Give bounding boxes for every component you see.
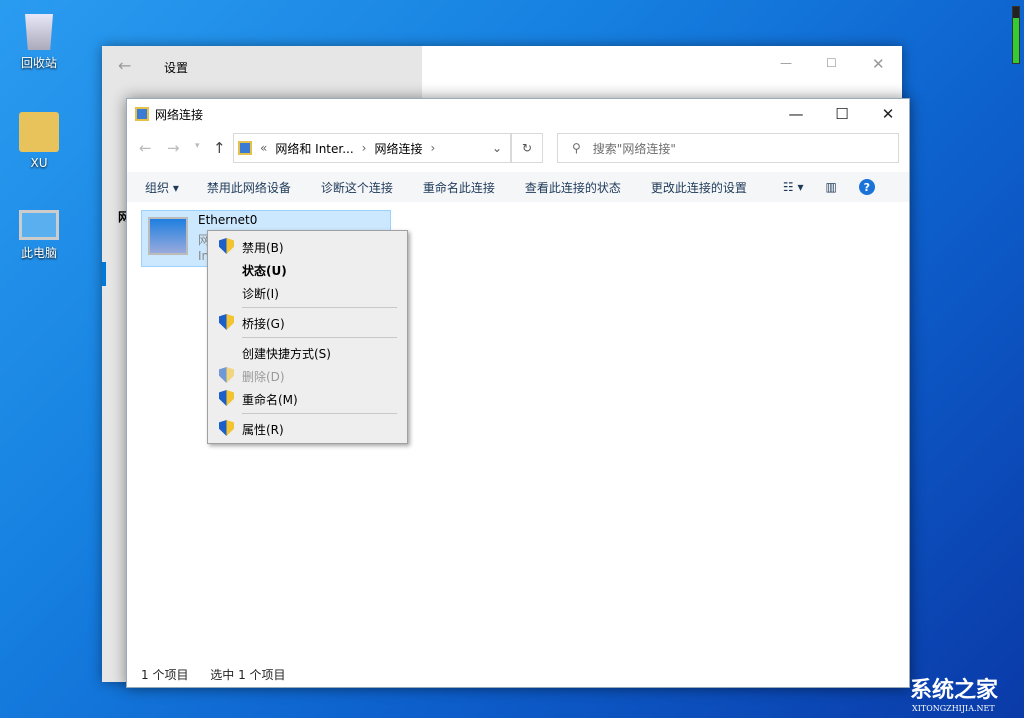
refresh-button[interactable]: ↻: [511, 133, 543, 163]
settings-title: 设置: [164, 61, 189, 75]
desktop-icon-user[interactable]: XU: [4, 112, 74, 170]
menu-item-disable[interactable]: 禁用(B): [242, 239, 284, 256]
network-adapter-icon: [148, 217, 188, 255]
context-menu: 禁用(B) 状态(U) 诊断(I) 桥接(G) 创建快捷方式(S) 删除(D) …: [207, 230, 408, 444]
minimize-button[interactable]: —: [780, 56, 792, 70]
uac-shield-icon: [219, 420, 234, 436]
uac-shield-icon: [219, 314, 234, 330]
window-title: 网络连接: [155, 107, 204, 122]
menu-separator: [242, 413, 397, 414]
disable-device-button[interactable]: 禁用此网络设备: [207, 179, 291, 196]
watermark-text: 系统之家: [910, 678, 999, 703]
computer-icon: [19, 210, 59, 240]
network-folder-icon: [135, 107, 149, 121]
organize-button[interactable]: 组织 ▾: [145, 179, 179, 196]
uac-shield-icon: [219, 367, 234, 383]
menu-item-status[interactable]: 状态(U): [242, 262, 287, 279]
network-folder-icon: [238, 141, 252, 155]
view-status-button[interactable]: 查看此连接的状态: [525, 179, 621, 196]
breadcrumb-overflow: «: [260, 141, 268, 155]
search-input[interactable]: ⚲ 搜索"网络连接": [557, 133, 899, 163]
view-options-icon[interactable]: ☷ ▾: [783, 180, 804, 194]
menu-item-bridge[interactable]: 桥接(G): [242, 315, 285, 332]
menu-item-delete: 删除(D): [242, 370, 285, 384]
desktop-icon-this-pc[interactable]: 此电脑: [4, 210, 74, 261]
selected-count: 选中 1 个项目: [210, 668, 286, 682]
back-arrow-icon[interactable]: ←: [118, 56, 131, 75]
uac-shield-icon: [219, 390, 234, 406]
breadcrumb-network-internet[interactable]: 网络和 Inter...: [275, 140, 353, 157]
back-button[interactable]: ←: [139, 139, 152, 157]
connection-name: Ethernet0: [198, 213, 258, 227]
command-bar: 组织 ▾ 禁用此网络设备 诊断这个连接 重命名此连接 查看此连接的状态 更改此连…: [127, 172, 909, 202]
address-dropdown-icon[interactable]: ⌄: [492, 141, 502, 155]
menu-item-create-shortcut[interactable]: 创建快捷方式(S): [242, 345, 331, 362]
close-button[interactable]: ✕: [865, 99, 911, 129]
search-icon: ⚲: [572, 141, 581, 155]
address-bar[interactable]: « 网络和 Inter... › 网络连接 › ⌄: [233, 133, 511, 163]
chevron-right-icon: ›: [361, 141, 367, 155]
breadcrumb-network-connections[interactable]: 网络连接: [374, 140, 422, 157]
selected-indicator: [102, 262, 106, 286]
preview-pane-icon[interactable]: ▥: [826, 180, 837, 194]
recent-dropdown[interactable]: ▾: [195, 141, 200, 151]
help-icon[interactable]: ?: [858, 179, 875, 195]
close-button[interactable]: ✕: [872, 55, 885, 73]
menu-separator: [242, 337, 397, 338]
menu-item-rename[interactable]: 重命名(M): [242, 391, 298, 408]
watermark: 系统之家 XITONGZHIJIA.NET: [880, 672, 998, 713]
rename-button[interactable]: 重命名此连接: [423, 179, 495, 196]
recycle-bin-icon: [25, 14, 53, 50]
item-count: 1 个项目: [141, 668, 189, 682]
user-folder-icon: [19, 112, 59, 152]
up-button[interactable]: ↑: [213, 139, 226, 157]
change-settings-button[interactable]: 更改此连接的设置: [651, 179, 747, 196]
desktop-icon-recycle-bin[interactable]: 回收站: [4, 10, 74, 71]
menu-item-properties[interactable]: 属性(R): [242, 421, 284, 438]
maximize-button[interactable]: ☐: [819, 99, 865, 129]
menu-separator: [242, 307, 397, 308]
uac-shield-icon: [219, 238, 234, 254]
forward-button[interactable]: →: [167, 139, 180, 157]
menu-item-diagnose[interactable]: 诊断(I): [242, 285, 279, 302]
watermark-url: XITONGZHIJIA.NET: [912, 704, 995, 713]
maximize-button[interactable]: ☐: [826, 56, 837, 70]
chevron-right-icon: ›: [430, 141, 436, 155]
diagnose-button[interactable]: 诊断这个连接: [321, 179, 393, 196]
volume-indicator: [1012, 6, 1020, 64]
status-bar: 1 个项目 选中 1 个项目: [141, 666, 286, 683]
minimize-button[interactable]: —: [773, 99, 819, 129]
